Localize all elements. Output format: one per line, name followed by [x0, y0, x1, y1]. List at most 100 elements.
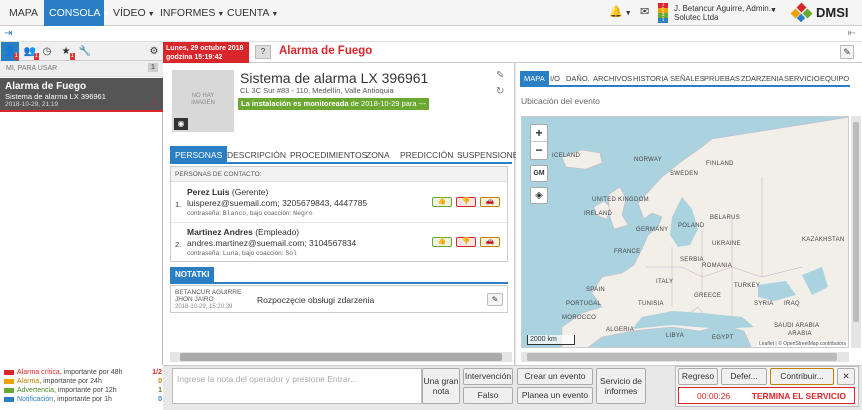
map-label: UKRAINE — [712, 241, 741, 247]
help-button[interactable]: ? — [255, 45, 271, 59]
wrench-tab-icon[interactable]: 🔧 — [76, 42, 94, 61]
tab-zona[interactable]: ZONA — [362, 146, 394, 164]
map-hscrollbar[interactable] — [521, 352, 849, 362]
operator-note-input[interactable]: Ingrese la nota del operador y presione … — [172, 368, 422, 404]
scrollbar-thumb[interactable] — [853, 122, 859, 322]
contact-coercion: Sol — [285, 250, 298, 257]
map-scrollbar[interactable] — [851, 116, 861, 348]
crear-evento-button[interactable]: Crear un evento — [517, 368, 593, 385]
tab-pruebas[interactable]: PRUEBAS — [704, 71, 740, 87]
note-author: BETANCUR AGUIRRE JHON JAIRO — [175, 289, 242, 303]
gm-button[interactable]: GM — [530, 165, 548, 182]
notes-tabbar: NOTATKI — [170, 267, 508, 284]
zoom-in-button[interactable]: + — [531, 125, 547, 142]
collapse-icon[interactable]: ⇤ — [848, 28, 856, 39]
contribuir-button[interactable]: Contribuir... — [770, 368, 834, 385]
nav-mapa[interactable]: MAPA — [4, 0, 43, 26]
car-icon[interactable]: 🚗 — [480, 237, 500, 247]
servicio-informes-button[interactable]: Servicio de informes — [596, 368, 646, 404]
scrollbar-thumb[interactable] — [527, 353, 837, 361]
map-label: SPAIN — [586, 287, 606, 293]
map-label: ROMANIA — [702, 263, 733, 269]
tab-equipo[interactable]: EQUIPO — [820, 71, 849, 87]
user-tab-icon[interactable]: 👤 1 — [1, 42, 19, 61]
map-label: GREECE — [694, 293, 722, 299]
user-info[interactable]: J. Betancur Aguirre, Admin... Solutec Lt… — [674, 4, 775, 22]
nav-cuenta[interactable]: CUENTA ▼ — [222, 0, 283, 26]
horizontal-scrollbar[interactable] — [170, 352, 512, 362]
thumbs-down-icon[interactable]: 👎 — [456, 197, 476, 207]
map-view[interactable]: ICELAND NORWAY SWEDEN FINLAND IRELAND UN… — [521, 116, 849, 348]
tab-zdarzenia[interactable]: ZDARZENIA — [741, 71, 784, 87]
refresh-icon[interactable]: ↻ — [496, 86, 504, 97]
chevron-down-icon[interactable]: ▼ — [770, 7, 777, 14]
map-land — [561, 117, 848, 347]
map-label: ALGERIA — [606, 327, 635, 333]
close-button[interactable]: ✕ — [837, 368, 855, 385]
tab-dano[interactable]: DAÑO. — [566, 71, 590, 87]
map-label: TURKEY — [734, 283, 761, 289]
tab-personas[interactable]: PERSONAS — [170, 146, 228, 164]
map-label: SERBIA — [680, 257, 704, 263]
tab-prediccion[interactable]: PREDICCIÓN — [396, 146, 457, 164]
map-subtitle: Ubicación del evento — [521, 96, 600, 106]
pencil-icon[interactable]: ✎ — [840, 45, 854, 59]
legend-swatch — [4, 396, 14, 402]
thumbs-up-icon[interactable]: 👍 — [432, 197, 452, 207]
nav-consola[interactable]: CONSOLA ▼ — [44, 0, 109, 26]
event-date: Lunes, 29 octubre 2018 — [166, 45, 244, 52]
legend-swatch — [4, 387, 14, 393]
tab-io[interactable]: I/O — [550, 71, 560, 87]
tab-notatki[interactable]: NOTATKI — [170, 267, 215, 282]
tab-senales[interactable]: SEÑALES — [670, 71, 705, 87]
zoom-out-button[interactable]: − — [531, 142, 547, 159]
defer-button[interactable]: Defer... — [721, 368, 767, 385]
tab-descripcion[interactable]: DESCRIPCIÓN — [223, 146, 290, 164]
note-edit-icon[interactable]: ✎ — [487, 293, 503, 306]
map-tabs: MAPA I/O DAÑO. ARCHIVOS HISTORIA SEÑALES… — [520, 71, 850, 87]
zoom-control: + − — [530, 124, 548, 160]
map-label: EGYPT — [712, 335, 734, 341]
tab-mapa[interactable]: MAPA — [520, 71, 549, 87]
tab-archivos[interactable]: ARCHIVOS — [593, 71, 632, 87]
bell-icon[interactable]: 🔔 ▼ — [609, 5, 632, 18]
tab-servicio[interactable]: SERVICIO — [784, 71, 820, 87]
thumbs-down-icon[interactable]: 👎 — [456, 237, 476, 247]
legend-swatch — [4, 378, 14, 384]
note-date: 2018-10-29, 15:20:39 — [175, 304, 233, 310]
system-image: NO HAY IMAGEN ◉ — [172, 70, 234, 132]
intervencion-button[interactable]: Intervención — [463, 368, 513, 385]
clock-tab-icon[interactable]: ◷ — [38, 42, 56, 61]
big-note-button[interactable]: Una gran nota — [422, 368, 460, 404]
contacts-header: PERSONAS DE CONTACTO: — [171, 167, 507, 182]
falso-button[interactable]: Falso — [463, 387, 513, 404]
car-icon[interactable]: 🚗 — [480, 197, 500, 207]
nav-video[interactable]: VÍDEO ▼ — [108, 0, 160, 26]
scrollbar-thumb[interactable] — [180, 353, 502, 361]
section-label: MI, PARA USAR — [6, 65, 58, 72]
termina-servicio-bar[interactable]: 00:00:26 TERMINA EL SERVICIO — [678, 387, 855, 404]
regreso-button[interactable]: Regreso — [678, 368, 718, 385]
map-label: UNITED KINGDOM — [592, 197, 649, 203]
contact-password: Blanco — [222, 210, 247, 217]
secondary-bar: ⇥ ⇤ — [0, 26, 862, 42]
nav-informes[interactable]: INFORMES ▼ — [155, 0, 229, 26]
settings-tab-icon[interactable]: ⚙ — [145, 42, 163, 61]
thumbs-up-icon[interactable]: 👍 — [432, 237, 452, 247]
tab-historia[interactable]: HISTORIA — [633, 71, 668, 87]
group-tab-icon[interactable]: 👥 1 — [21, 42, 39, 61]
map-label: ARABIA — [788, 331, 812, 337]
edit-icon[interactable]: ✎ — [496, 70, 504, 81]
map-attribution: Leaflet | © OpenStreetMap contributors — [757, 341, 848, 347]
sign-in-icon[interactable]: ⇥ — [4, 28, 12, 39]
alarm-list-item[interactable]: Alarma de Fuego Sistema de alarma LX 396… — [0, 78, 163, 112]
star-tab-icon[interactable]: ★ 1 — [57, 42, 75, 61]
mail-icon[interactable]: ✉ — [640, 5, 649, 18]
legend-critical: Alarma crítica, importante por 48h 1/2 — [4, 368, 162, 377]
logo-text: DMSI — [816, 5, 849, 20]
section-count: 1 — [148, 63, 158, 72]
layers-icon[interactable]: ◈ — [530, 187, 548, 204]
planea-evento-button[interactable]: Planea un evento — [517, 387, 593, 404]
tab-procedimientos[interactable]: PROCEDIMIENTOS — [286, 146, 371, 164]
map-label: TUNISIA — [638, 301, 664, 307]
